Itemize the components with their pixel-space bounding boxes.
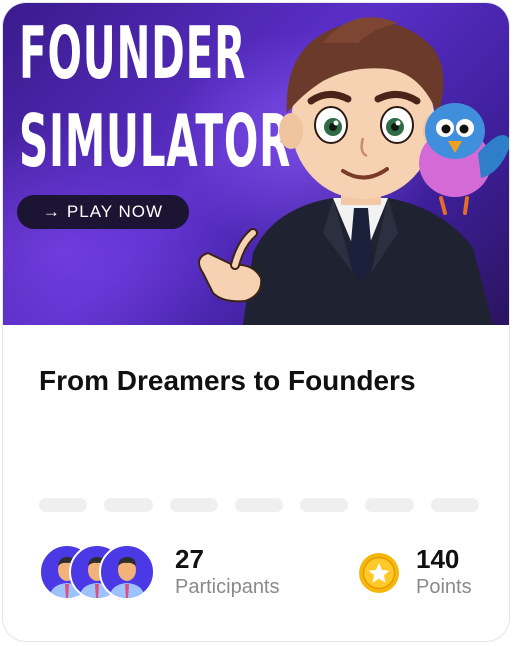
event-card[interactable]: FOUNDER SIMULATOR → PLAY NOW From Dreame… (2, 2, 510, 642)
points-stat[interactable]: 140 Points (358, 543, 472, 603)
avatar (99, 544, 155, 600)
progress-segment (234, 498, 284, 512)
participants-count: 27 (175, 544, 204, 574)
progress-segment (39, 498, 88, 512)
participant-avatars (39, 544, 159, 602)
progress-track (39, 498, 479, 512)
play-now-button[interactable]: → PLAY NOW (17, 195, 189, 229)
points-value: 140 (416, 544, 460, 574)
event-banner[interactable]: FOUNDER SIMULATOR → PLAY NOW (3, 3, 509, 325)
progress-segment (430, 498, 479, 512)
play-now-label: PLAY NOW (66, 202, 164, 221)
progress-segment (104, 498, 153, 512)
points-label: Points (416, 576, 472, 598)
progress-segment (300, 498, 349, 512)
progress-segment (365, 498, 414, 512)
progress-segment (169, 498, 218, 512)
arrow-right-icon: → (42, 202, 61, 221)
points-text: 140 Points (416, 545, 472, 601)
star-coin-icon (359, 553, 399, 593)
participants-label: Participants (175, 576, 280, 598)
event-title: From Dreamers to Founders (39, 365, 416, 396)
founder-character-illustration (198, 17, 509, 325)
person-avatar-icon (109, 557, 145, 598)
participants-text: 27 Participants (175, 545, 280, 601)
participants-stat[interactable]: 27 Participants (39, 543, 280, 603)
